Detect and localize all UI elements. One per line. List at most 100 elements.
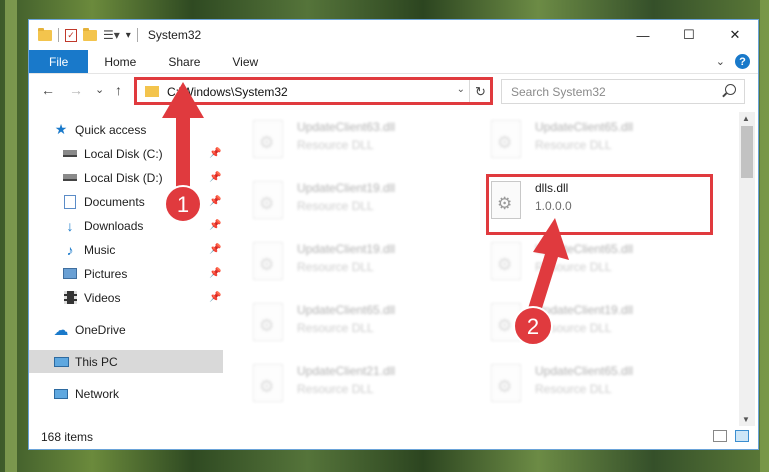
file-explorer-window: ✓ ☰▾ ▾ System32 — ☐ ✕ File Home Share Vi… xyxy=(28,19,759,450)
pin-icon[interactable]: 📌 xyxy=(209,292,221,303)
dll-file-icon xyxy=(491,120,521,158)
file-tile[interactable]: UpdateClient19.dll Resource DLL xyxy=(253,240,478,292)
item-count: 168 items xyxy=(41,430,94,444)
divider xyxy=(136,28,138,42)
sidebar-item-this-pc[interactable]: This PC xyxy=(29,350,223,373)
search-placeholder: Search System32 xyxy=(511,84,606,99)
tab-view[interactable]: View xyxy=(216,50,274,73)
navigation-bar: ← → ⌄ ↑ C:\Windows\System32 ⌄ ↻ Search S… xyxy=(29,76,758,108)
step-number-1: 1 xyxy=(177,192,189,217)
dll-file-icon xyxy=(253,364,283,402)
cloud-icon: ☁ xyxy=(53,321,69,339)
pin-icon[interactable]: 📌 xyxy=(209,244,221,255)
file-type: Resource DLL xyxy=(297,138,374,152)
file-name: UpdateClient65.dll xyxy=(297,303,396,317)
file-tile[interactable]: UpdateClient19.dll Resource DLL xyxy=(253,179,478,231)
search-box[interactable]: Search System32 xyxy=(501,79,745,104)
minimize-button[interactable]: — xyxy=(620,20,666,50)
sidebar-item-pictures[interactable]: Pictures 📌 xyxy=(29,262,223,285)
sidebar-item-label: Music xyxy=(84,242,116,257)
file-name: UpdateClient19.dll xyxy=(297,181,396,195)
videos-icon xyxy=(62,291,78,305)
sidebar-item-label: Pictures xyxy=(84,266,128,281)
quick-access-toolbar: ✓ ☰▾ ▾ xyxy=(29,27,138,42)
file-tile[interactable]: UpdateClient65.dll Resource DLL xyxy=(253,301,478,353)
forward-button[interactable]: → xyxy=(69,82,83,98)
music-icon: ♪ xyxy=(66,241,74,258)
ribbon-tabs: File Home Share View ⌄ ? xyxy=(29,50,758,74)
new-folder-icon[interactable] xyxy=(83,27,97,41)
title-bar: ✓ ☰▾ ▾ System32 — ☐ ✕ xyxy=(29,20,758,50)
chevron-down-icon[interactable]: ⌄ xyxy=(716,55,725,68)
view-options-icon[interactable]: ☰▾ xyxy=(103,28,120,42)
file-tile[interactable]: UpdateClient65.dll Resource DLL xyxy=(491,118,716,170)
folder-icon[interactable] xyxy=(38,27,52,41)
tab-share[interactable]: Share xyxy=(152,50,216,73)
file-name: UpdateClient65.dll xyxy=(535,364,634,378)
file-list: UpdateClient63.dll Resource DLL UpdateCl… xyxy=(225,112,737,412)
sidebar-item-label: This PC xyxy=(75,354,118,369)
file-type: Resource DLL xyxy=(297,382,374,396)
tab-home[interactable]: Home xyxy=(88,50,152,73)
sidebar-item-label: Videos xyxy=(84,290,121,305)
star-icon: ★ xyxy=(54,121,68,137)
sidebar-item-label: Documents xyxy=(84,194,145,209)
ribbon-right-controls: ⌄ ? xyxy=(716,50,758,73)
customize-toolbar-icon[interactable]: ▾ xyxy=(126,30,131,41)
pictures-icon xyxy=(62,267,78,281)
sidebar-item-network[interactable]: Network xyxy=(29,382,223,405)
window-controls: — ☐ ✕ xyxy=(620,20,758,50)
arrow-shape xyxy=(162,82,204,192)
up-button[interactable]: ↑ xyxy=(115,82,122,98)
step-number-2: 2 xyxy=(527,314,539,339)
status-bar: 168 items xyxy=(29,425,758,449)
drive-icon xyxy=(62,147,78,161)
tiles-view-icon[interactable] xyxy=(735,430,749,442)
divider xyxy=(58,28,59,42)
close-button[interactable]: ✕ xyxy=(712,20,758,50)
back-button[interactable]: ← xyxy=(41,82,55,98)
properties-icon[interactable]: ✓ xyxy=(65,28,77,42)
file-type: Resource DLL xyxy=(535,382,612,396)
file-type: Resource DLL xyxy=(297,321,374,335)
sidebar-item-label: Quick access xyxy=(75,122,147,137)
dll-file-icon xyxy=(491,364,521,402)
tab-file[interactable]: File xyxy=(29,50,89,73)
sidebar-item-label: OneDrive xyxy=(75,322,126,337)
help-icon[interactable]: ? xyxy=(735,54,750,69)
annotation-arrow-2: 2 xyxy=(513,218,569,346)
file-tile[interactable]: UpdateClient21.dll Resource DLL xyxy=(253,362,478,412)
background-tree xyxy=(5,0,17,472)
arrow-shape xyxy=(525,218,569,321)
background-tree xyxy=(760,0,769,472)
file-tile[interactable]: UpdateClient63.dll Resource DLL xyxy=(253,118,478,170)
documents-icon xyxy=(62,194,78,209)
window-title: System32 xyxy=(147,28,202,42)
search-icon[interactable] xyxy=(725,84,736,95)
dll-file-icon xyxy=(253,181,283,219)
dll-file-icon xyxy=(253,303,283,341)
details-view-icon[interactable] xyxy=(713,430,727,442)
annotation-arrow-1: 1 xyxy=(162,82,204,223)
file-name: UpdateClient21.dll xyxy=(297,364,396,378)
file-type: Resource DLL xyxy=(297,260,374,274)
computer-icon xyxy=(53,355,69,369)
scrollbar-thumb[interactable] xyxy=(741,126,753,178)
sidebar-item-videos[interactable]: Videos 📌 xyxy=(29,286,223,309)
vertical-scrollbar[interactable]: ▲ ▼ xyxy=(739,112,755,426)
drive-icon xyxy=(62,171,78,185)
pin-icon[interactable]: 📌 xyxy=(209,268,221,279)
dll-file-icon xyxy=(253,120,283,158)
maximize-button[interactable]: ☐ xyxy=(666,20,712,50)
sidebar-item-label: Network xyxy=(75,386,120,401)
sidebar-item-onedrive[interactable]: ☁ OneDrive xyxy=(29,318,223,341)
file-tile[interactable]: UpdateClient65.dll Resource DLL xyxy=(491,362,716,412)
download-icon: ↓ xyxy=(66,217,74,234)
file-name: UpdateClient63.dll xyxy=(297,120,396,134)
file-type: Resource DLL xyxy=(297,199,374,213)
scroll-down-arrow[interactable]: ▼ xyxy=(742,415,750,424)
recent-locations-button[interactable]: ⌄ xyxy=(95,83,104,96)
scroll-up-arrow[interactable]: ▲ xyxy=(742,114,750,123)
dll-file-icon xyxy=(253,242,283,280)
network-icon xyxy=(53,387,69,401)
